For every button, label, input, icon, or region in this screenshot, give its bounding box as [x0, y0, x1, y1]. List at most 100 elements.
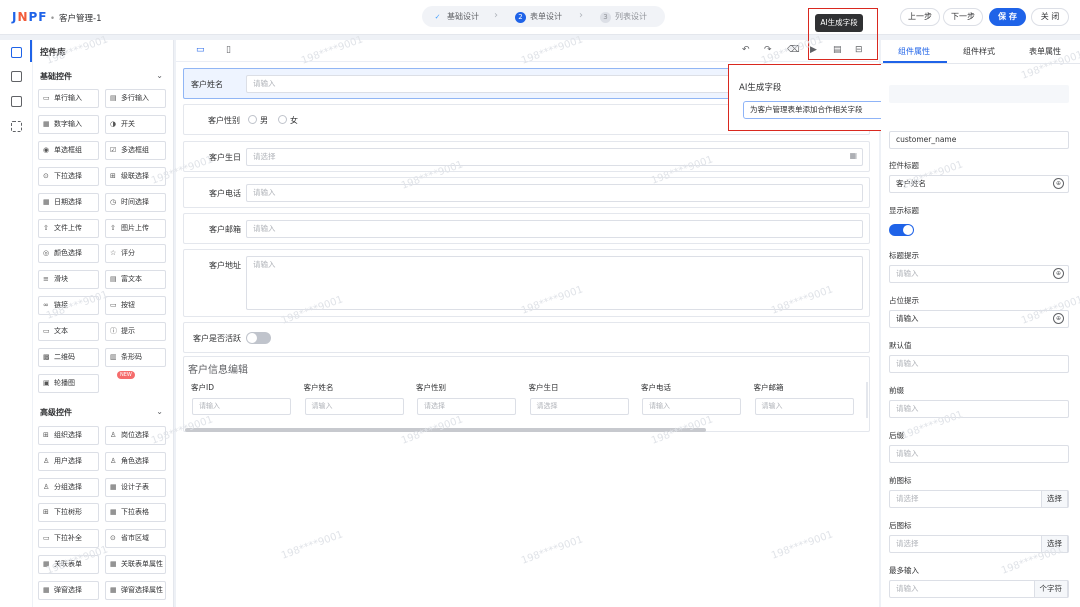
address-textarea[interactable]: 请输入	[246, 256, 863, 310]
default-value-input[interactable]: 请输入	[889, 355, 1069, 373]
control-label: 文件上传	[54, 223, 82, 232]
select-suffix-icon-button[interactable]: 选择	[1041, 535, 1068, 553]
birthday-date-picker[interactable]: 请选择	[246, 148, 863, 166]
control-item[interactable]: ▦ 弹窗选择	[38, 580, 99, 600]
subtable-column-header: 客户生日	[528, 383, 559, 392]
field-customer-address[interactable]: 客户地址 请输入	[183, 249, 870, 317]
chevron-down-icon[interactable]: ⌄	[156, 71, 163, 80]
control-item[interactable]: ▤ 多行输入	[105, 89, 166, 108]
field-id-input[interactable]: customer_name	[889, 131, 1069, 149]
control-item[interactable]: ⊞ 下拉树形	[38, 503, 99, 523]
gender-radio-male[interactable]	[248, 115, 257, 124]
control-item[interactable]: ∞ 链接	[38, 296, 99, 316]
tree-structure-icon[interactable]	[11, 71, 22, 82]
control-item[interactable]: ▤ 富文本	[105, 270, 166, 290]
control-item[interactable]: ⓘ 提示	[105, 322, 166, 342]
subtable-cell-input[interactable]: 请输入	[642, 398, 741, 415]
control-item[interactable]: ⊙ 省市区域	[105, 529, 166, 549]
step-basic-design[interactable]: ✓ 基础设计	[432, 11, 479, 23]
control-item[interactable]: ▦ 弹窗选择属性	[105, 580, 166, 600]
undo-icon[interactable]: ↶	[742, 45, 750, 55]
globe-icon[interactable]: ⊕	[1053, 178, 1064, 189]
component-library-icon[interactable]	[11, 47, 22, 58]
control-item[interactable]: ☑ 多选框组	[105, 140, 166, 160]
step-form-design[interactable]: 2 表单设计	[515, 11, 562, 23]
prefix-icon-input[interactable]: 请选择 选择	[889, 490, 1069, 508]
control-item[interactable]: ≡ 滑块	[38, 270, 99, 290]
email-input[interactable]: 请输入	[246, 220, 863, 238]
control-item[interactable]: ⊙ 下拉选择	[38, 166, 99, 186]
left-rail	[0, 40, 32, 607]
clear-icon[interactable]: ⌫	[787, 45, 800, 55]
show-title-switch[interactable]	[889, 224, 914, 236]
control-item[interactable]: ▦ 关联表单属性	[105, 555, 166, 574]
control-item[interactable]: ▦ 关联表单	[38, 555, 99, 574]
tab-form-properties[interactable]: 表单属性	[1029, 46, 1061, 57]
control-icon: ▦	[43, 560, 50, 568]
field-customer-email[interactable]: 客户邮箱 请输入	[183, 213, 870, 244]
control-item[interactable]: ▩ 二维码	[38, 348, 99, 367]
field-customer-phone[interactable]: 客户电话 请输入	[183, 177, 870, 208]
field-label: 客户地址	[209, 261, 241, 270]
control-item[interactable]: ▥ 条形码	[105, 348, 166, 367]
control-item[interactable]: ♙ 分组选择	[38, 477, 99, 497]
next-step-button[interactable]: 下一步	[943, 8, 983, 26]
control-item[interactable]: ◑ 开关	[105, 114, 166, 134]
tab-component-properties[interactable]: 组件属性	[898, 46, 930, 57]
save-button[interactable]: 保 存	[989, 8, 1026, 26]
code-icon[interactable]	[11, 121, 22, 132]
layout-icon[interactable]	[11, 96, 22, 107]
mobile-view-icon[interactable]: ▯	[226, 45, 231, 55]
control-item[interactable]: ▭ 单行输入	[38, 89, 99, 108]
control-item[interactable]: ▦ 数字输入	[38, 114, 99, 134]
tab-component-style[interactable]: 组件样式	[963, 46, 995, 57]
phone-input[interactable]: 请输入	[246, 184, 863, 202]
select-prefix-icon-button[interactable]: 选择	[1041, 490, 1068, 508]
subtable-cell-input[interactable]: 请输入	[304, 398, 404, 415]
globe-icon[interactable]: ⊕	[1053, 268, 1064, 279]
control-label: 下拉选择	[54, 171, 82, 180]
control-item[interactable]: ⇧ 文件上传	[38, 218, 99, 238]
control-item[interactable]: ▭ 下拉补全	[38, 529, 99, 549]
subtable-cell-input[interactable]: 请输入	[192, 398, 291, 415]
step-list-design[interactable]: 3 列表设计	[600, 11, 647, 23]
control-item[interactable]: ▭ 文本	[38, 322, 99, 342]
suffix-icon-input[interactable]: 请选择 选择	[889, 535, 1069, 553]
control-item[interactable]: ▦ 日期选择	[38, 192, 99, 212]
control-item[interactable]: ⊞ 级联选择	[105, 166, 166, 186]
horizontal-scrollbar[interactable]	[185, 428, 706, 432]
control-item[interactable]: ♙ 角色选择	[105, 451, 166, 471]
control-icon: ⊙	[110, 534, 116, 543]
control-item[interactable]: ▦ 设计子表	[105, 477, 166, 497]
suffix-input[interactable]: 请输入	[889, 445, 1069, 463]
control-item[interactable]: ⇧ 图片上传	[105, 218, 166, 238]
control-title-input[interactable]: 客户姓名 ⊕	[889, 175, 1069, 193]
control-item[interactable]: ▦ 下拉表格	[105, 503, 166, 523]
max-length-input[interactable]: 请输入 个字符	[889, 580, 1069, 598]
globe-icon[interactable]: ⊕	[1053, 313, 1064, 324]
control-item[interactable]: ◉ 单选框组	[38, 140, 99, 160]
redo-icon[interactable]: ↷	[764, 45, 772, 55]
prefix-input[interactable]: 请输入	[889, 400, 1069, 418]
control-item[interactable]: ▣ 轮播图	[38, 373, 99, 393]
desktop-view-icon[interactable]: ▭	[196, 45, 205, 55]
control-item[interactable]: ◎ 颜色选择	[38, 244, 99, 264]
chevron-down-icon[interactable]: ⌄	[156, 407, 163, 416]
subtable-cell-input[interactable]: 请选择	[417, 398, 516, 415]
field-customer-birthday[interactable]: 客户生日 请选择 ▦	[183, 141, 870, 172]
control-item[interactable]: ♙ 用户选择	[38, 451, 99, 471]
control-item[interactable]: ♙ 岗位选择	[105, 426, 166, 445]
control-item[interactable]: ▭ 按钮	[105, 296, 166, 316]
prev-step-button[interactable]: 上一步	[900, 8, 940, 26]
subtable-cell-input[interactable]: 请选择	[529, 398, 629, 415]
gender-radio-female[interactable]	[278, 115, 287, 124]
field-customer-active[interactable]: 客户是否活跃	[183, 322, 870, 353]
close-button[interactable]: 关 闭	[1031, 8, 1069, 26]
placeholder-input[interactable]: 请输入 ⊕	[889, 310, 1069, 328]
control-item[interactable]: ⊞ 组织选择	[38, 426, 99, 445]
subtable-cell-input[interactable]: 请输入	[754, 398, 854, 415]
title-tip-input[interactable]: 请输入 ⊕	[889, 265, 1069, 283]
active-switch[interactable]	[246, 332, 271, 344]
control-item[interactable]: ◷ 时间选择	[105, 192, 166, 212]
control-item[interactable]: ☆ 评分	[105, 244, 166, 264]
